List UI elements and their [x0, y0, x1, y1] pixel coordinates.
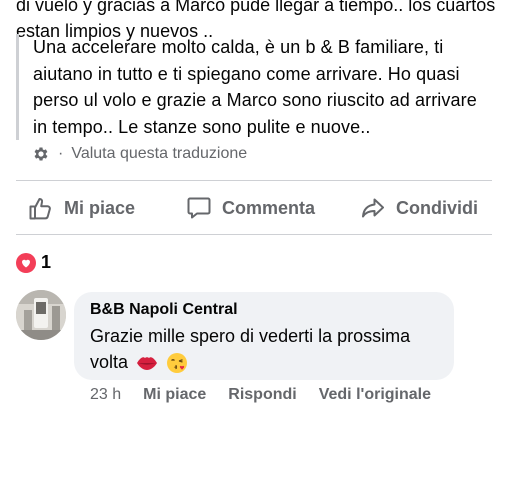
share-label: Condividi: [396, 197, 478, 218]
translated-text-block: Una accelerare molto calda, è un b & B f…: [16, 34, 496, 140]
translated-text: Una accelerare molto calda, è un b & B f…: [33, 37, 477, 137]
see-original-button[interactable]: Vedi l'originale: [319, 386, 431, 404]
share-button[interactable]: Condividi: [360, 195, 478, 221]
rate-translation-link[interactable]: Valuta questa traduzione: [71, 145, 247, 163]
comment-button[interactable]: Commenta: [186, 195, 315, 221]
lips-emoji-icon: [137, 357, 158, 371]
comment-actions: 23 h Mi piace Rispondi Vedi l'originale: [90, 386, 453, 404]
face-blowing-kiss-icon: [167, 353, 188, 374]
rate-translation-row: · Valuta questa traduzione: [32, 144, 247, 164]
thumbs-up-icon: [29, 198, 51, 220]
comment-reply-button[interactable]: Rispondi: [228, 386, 296, 404]
reaction-count: 1: [41, 252, 52, 272]
avatar[interactable]: [16, 290, 66, 340]
like-button[interactable]: Mi piace: [28, 195, 135, 221]
comment-icon: [187, 197, 211, 219]
separator-dot: ·: [58, 145, 64, 162]
comment-bubble: B&B Napoli Central Grazie mille spero di…: [74, 292, 454, 380]
gear-icon: [34, 147, 48, 161]
reaction-summary[interactable]: 1: [16, 252, 51, 273]
heart-reaction-icon: [16, 252, 36, 273]
comment-time[interactable]: 23 h: [90, 386, 121, 404]
like-label: Mi piace: [64, 197, 136, 218]
comment-author[interactable]: B&B Napoli Central: [90, 300, 438, 320]
post-actions-bar: Mi piace Commenta Condividi: [0, 188, 506, 228]
share-arrow-icon: [362, 198, 384, 218]
comment-text-row: Grazie mille spero di vederti la prossim…: [90, 323, 438, 375]
comment-label: Commenta: [222, 197, 316, 218]
divider-top: [16, 180, 492, 181]
avatar-photo: [16, 290, 66, 340]
comment-like-button[interactable]: Mi piace: [143, 386, 206, 404]
divider-bottom: [16, 234, 492, 235]
